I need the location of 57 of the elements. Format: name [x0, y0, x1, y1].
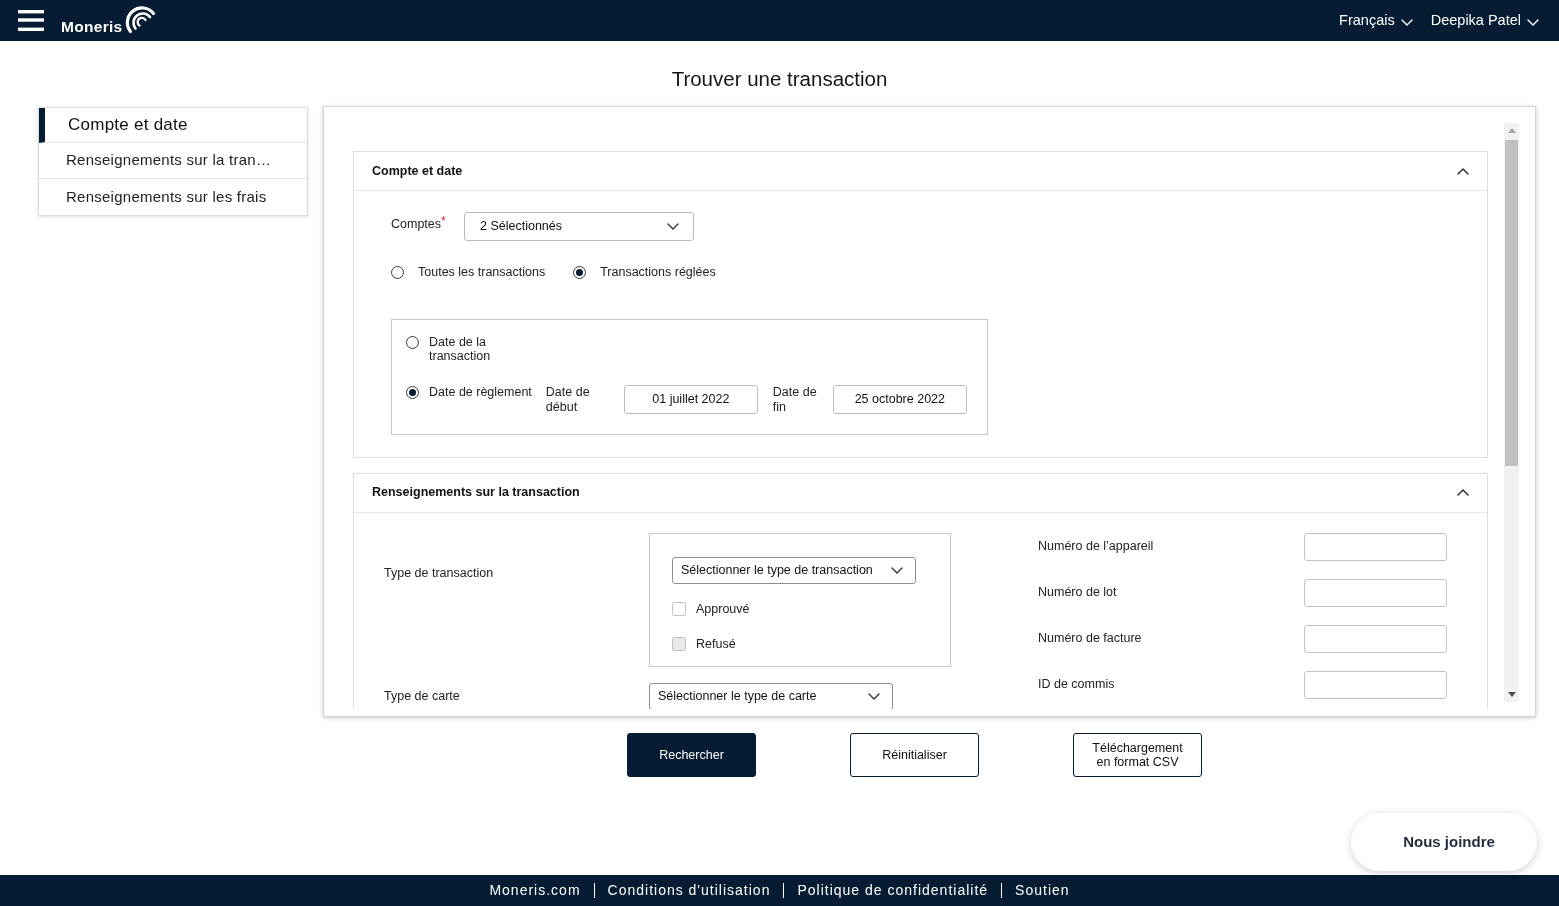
radio-label: Date de règlement: [429, 384, 532, 399]
radio-button[interactable]: [391, 265, 404, 279]
scrollbar[interactable]: [1504, 123, 1519, 702]
chevron-down-icon: [891, 566, 903, 574]
scroll-down-icon[interactable]: [1507, 692, 1516, 697]
date-field[interactable]: 01 juillet 2022: [623, 384, 758, 414]
footer-link[interactable]: Moneris.com: [476, 883, 594, 898]
radio-label: Transactions réglées: [600, 264, 716, 281]
chevron-down-icon: [1527, 18, 1539, 26]
language-menu[interactable]: Français: [1339, 9, 1413, 32]
field-label: Type de carte: [384, 687, 461, 705]
checkbox-label: Refusé: [696, 635, 736, 653]
checkbox-label: Approuvé: [696, 600, 750, 618]
radio-button[interactable]: [406, 335, 419, 349]
chevron-down-icon: [667, 223, 679, 230]
footer-link[interactable]: Soutien: [1002, 883, 1083, 898]
page-title: Trouver une transaction: [671, 66, 888, 92]
radio-button[interactable]: [573, 265, 587, 279]
transaction-type-dropdown[interactable]: Sélectionner le type de transaction: [672, 556, 916, 584]
field-label: Numéro de lot: [1038, 584, 1118, 602]
text-field[interactable]: [1304, 624, 1447, 653]
menu-icon[interactable]: [18, 10, 44, 31]
action-button[interactable]: Rechercher: [627, 733, 756, 777]
footer-link[interactable]: Politique de confidentialité: [784, 883, 1002, 898]
checkbox[interactable]: [672, 602, 686, 617]
text-field[interactable]: [1304, 532, 1447, 561]
field-label: Date de fin: [772, 384, 818, 415]
chevron-up-icon[interactable]: [1457, 489, 1469, 497]
field-label: ID de commis: [1038, 676, 1116, 694]
text-field[interactable]: [1304, 670, 1447, 699]
text-field[interactable]: [1304, 578, 1447, 607]
radio-label: Date de la transaction: [429, 334, 492, 363]
sidebar-item[interactable]: Renseignements sur les frais: [39, 179, 307, 215]
field-label: Numéro de l’appareil: [1038, 538, 1155, 556]
field-label: Type de transaction: [384, 564, 495, 582]
chevron-down-icon: [868, 692, 880, 700]
user-menu[interactable]: Deepika Patel: [1430, 9, 1539, 32]
card-type-dropdown[interactable]: Sélectionner le type de carte: [649, 682, 893, 709]
contact-button[interactable]: Nous joindre: [1351, 813, 1537, 871]
action-button[interactable]: Réinitialiser: [850, 733, 979, 777]
scrollbar-thumb[interactable]: [1505, 140, 1518, 466]
field-label: Date de début: [545, 384, 591, 415]
action-button[interactable]: Téléchargement en format CSV: [1073, 733, 1202, 777]
sidebar-item[interactable]: Compte et date: [39, 108, 307, 143]
field-label: Numéro de facture: [1038, 630, 1143, 648]
date-field[interactable]: 25 octobre 2022: [832, 384, 967, 414]
footer-link[interactable]: Conditions d'utilisation: [594, 883, 784, 898]
section-title: Renseignements sur la transaction: [372, 484, 580, 502]
chevron-up-icon[interactable]: [1457, 167, 1469, 175]
radio-button[interactable]: [406, 385, 419, 399]
section-title: Compte et date: [372, 162, 463, 180]
accounts-dropdown[interactable]: 2 Sélectionnés: [464, 212, 694, 241]
radio-label: Toutes les transactions: [418, 264, 546, 281]
field-label: Comptes*: [391, 214, 447, 233]
chevron-down-icon: [1400, 18, 1413, 26]
logo-text: Moneris: [61, 16, 123, 37]
sidebar-item[interactable]: Renseignements sur la tran…: [39, 143, 307, 179]
